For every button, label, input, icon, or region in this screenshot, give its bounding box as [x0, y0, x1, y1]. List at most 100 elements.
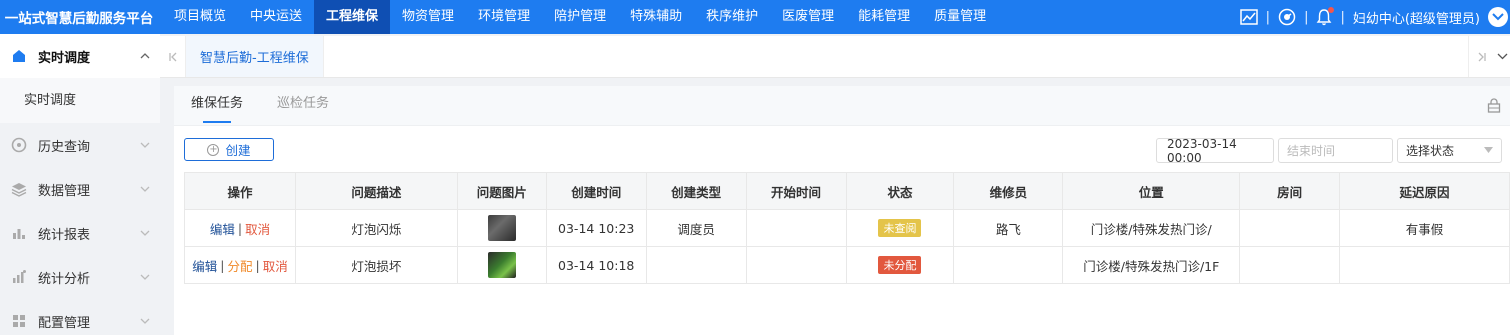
bar-chart-icon: [11, 225, 27, 241]
history-icon: [11, 137, 27, 153]
problem-photo-thumbnail[interactable]: [487, 215, 516, 241]
sidebar-group-config[interactable]: 配置管理: [0, 299, 160, 335]
chevron-down-icon: [140, 140, 150, 151]
edit-link[interactable]: 编辑: [192, 256, 217, 275]
row-actions: 编辑 | 取消: [185, 210, 296, 246]
home-icon: [11, 48, 27, 64]
lock-icon[interactable]: [1486, 97, 1502, 117]
nav-item-engineering[interactable]: 工程维保: [314, 0, 391, 34]
created-time: 03-14 10:18: [547, 247, 647, 283]
status-select[interactable]: 选择状态: [1397, 138, 1502, 163]
room: [1240, 247, 1341, 283]
tab-menu-chevron-icon[interactable]: [1494, 36, 1510, 77]
app-brand: 一站式智慧后勤服务平台: [4, 11, 154, 27]
sidebar-group-data[interactable]: 数据管理: [0, 167, 160, 211]
sidebar-group-label: 数据管理: [38, 183, 91, 199]
page-tab-strip: 智慧后勤-工程维保: [160, 36, 1510, 78]
main-content: 维保任务 巡检任务 + 创建 2023-03-14 00:00 选择状态 操作 …: [174, 86, 1510, 335]
table-row: 编辑 | 分配 | 取消 灯泡损坏 03-14 10:18 未分配 门诊楼/特殊…: [185, 247, 1510, 284]
sub-tabs: 维保任务 巡检任务: [174, 86, 1510, 126]
sidebar-group-label: 统计报表: [38, 227, 91, 243]
sidebar: 实时调度 实时调度 历史查询 数据管理 统计报表 统计分析 配置管理: [0, 34, 160, 335]
chevron-down-icon: [140, 272, 150, 283]
start-time: [747, 247, 847, 283]
column-header: 房间: [1240, 173, 1341, 209]
end-date-input[interactable]: [1278, 138, 1393, 163]
chevron-down-icon: [140, 184, 150, 195]
caret-down-icon: [1484, 146, 1493, 156]
create-type: 调度员: [647, 210, 747, 246]
trend-chart-icon[interactable]: [1239, 9, 1258, 25]
separator: |: [1340, 9, 1345, 25]
status-badge: 未分配: [878, 256, 922, 274]
cancel-link[interactable]: 取消: [263, 256, 288, 275]
create-button-label: 创建: [225, 143, 251, 158]
separator: |: [1304, 9, 1309, 25]
nav-item-special-assist[interactable]: 特殊辅助: [618, 0, 694, 34]
repairer: [954, 247, 1064, 283]
column-header: 操作: [185, 173, 296, 209]
nav-item-environment[interactable]: 环境管理: [466, 0, 542, 34]
grid-icon: [11, 313, 27, 329]
tab-scroll-left-icon[interactable]: [160, 36, 186, 77]
column-header: 创建类型: [647, 173, 747, 209]
chevron-down-icon: [140, 316, 150, 327]
action-separator: |: [220, 257, 225, 273]
create-button[interactable]: + 创建: [184, 138, 274, 161]
nav-item-medical-waste[interactable]: 医废管理: [770, 0, 846, 34]
problem-image[interactable]: [458, 210, 547, 246]
main-nav: 项目概览 中央运送 工程维保 物资管理 环境管理 陪护管理 特殊辅助 秩序维护 …: [162, 0, 998, 34]
start-date-input[interactable]: 2023-03-14 00:00: [1156, 137, 1274, 165]
table-header-row: 操作 问题描述 问题图片 创建时间 创建类型 开始时间 状态 维修员 位置 房间…: [185, 173, 1510, 210]
create-type: [647, 247, 747, 283]
problem-description: 灯泡闪烁: [296, 210, 458, 246]
chevron-up-icon: [140, 51, 150, 62]
sidebar-group-label: 历史查询: [38, 139, 91, 155]
nav-item-overview[interactable]: 项目概览: [162, 0, 238, 34]
sidebar-group-reports[interactable]: 统计报表: [0, 211, 160, 255]
top-bar: 一站式智慧后勤服务平台 项目概览 中央运送 工程维保 物资管理 环境管理 陪护管…: [0, 0, 1510, 34]
delay-reason: 有事假: [1340, 210, 1510, 246]
tab-engineering[interactable]: 智慧后勤-工程维保: [186, 36, 324, 77]
nav-item-materials[interactable]: 物资管理: [390, 0, 466, 34]
tab-maintenance-tasks[interactable]: 维保任务: [191, 92, 243, 125]
cancel-link[interactable]: 取消: [245, 219, 270, 238]
plus-icon: +: [207, 143, 220, 156]
user-name[interactable]: 妇幼中心(超级管理员): [1353, 8, 1480, 27]
nav-item-escort[interactable]: 陪护管理: [542, 0, 618, 34]
bell-icon[interactable]: [1316, 7, 1335, 26]
column-header: 状态: [847, 173, 955, 209]
sidebar-item-realtime[interactable]: 实时调度: [0, 78, 160, 123]
status-select-label: 选择状态: [1406, 144, 1455, 158]
sidebar-group-history[interactable]: 历史查询: [0, 123, 160, 167]
problem-image[interactable]: [458, 247, 547, 283]
tab-inspection-tasks[interactable]: 巡检任务: [277, 92, 329, 125]
created-time: 03-14 10:23: [547, 210, 647, 246]
chevron-down-icon[interactable]: [1488, 7, 1508, 27]
edit-link[interactable]: 编辑: [210, 219, 235, 238]
nav-item-central-transport[interactable]: 中央运送: [238, 0, 314, 34]
sidebar-group-label: 配置管理: [38, 315, 91, 331]
tab-strip-spacer: [324, 36, 1468, 77]
delay-reason: [1340, 247, 1510, 283]
problem-photo-thumbnail[interactable]: [487, 252, 516, 278]
layers-icon: [11, 181, 27, 197]
tab-scroll-right-icon[interactable]: [1468, 36, 1494, 77]
sidebar-group-label: 统计分析: [38, 271, 91, 287]
row-actions: 编辑 | 分配 | 取消: [185, 247, 296, 283]
status-cell: 未分配: [847, 247, 955, 283]
status-badge: 未查阅: [878, 219, 922, 237]
nav-item-quality[interactable]: 质量管理: [922, 0, 998, 34]
problem-description: 灯泡损坏: [296, 247, 458, 283]
assign-link[interactable]: 分配: [227, 256, 252, 275]
sidebar-group-analysis[interactable]: 统计分析: [0, 255, 160, 299]
action-separator: |: [237, 220, 243, 236]
location: 门诊楼/特殊发热门诊/1F: [1063, 247, 1241, 283]
dashboard-icon[interactable]: [1278, 8, 1296, 26]
nav-item-order[interactable]: 秩序维护: [694, 0, 770, 34]
column-header: 位置: [1063, 173, 1241, 209]
column-header: 延迟原因: [1340, 173, 1510, 209]
sidebar-group-realtime[interactable]: 实时调度: [0, 34, 160, 78]
toolbar: + 创建 2023-03-14 00:00 选择状态: [174, 126, 1510, 170]
nav-item-energy[interactable]: 能耗管理: [846, 0, 922, 34]
